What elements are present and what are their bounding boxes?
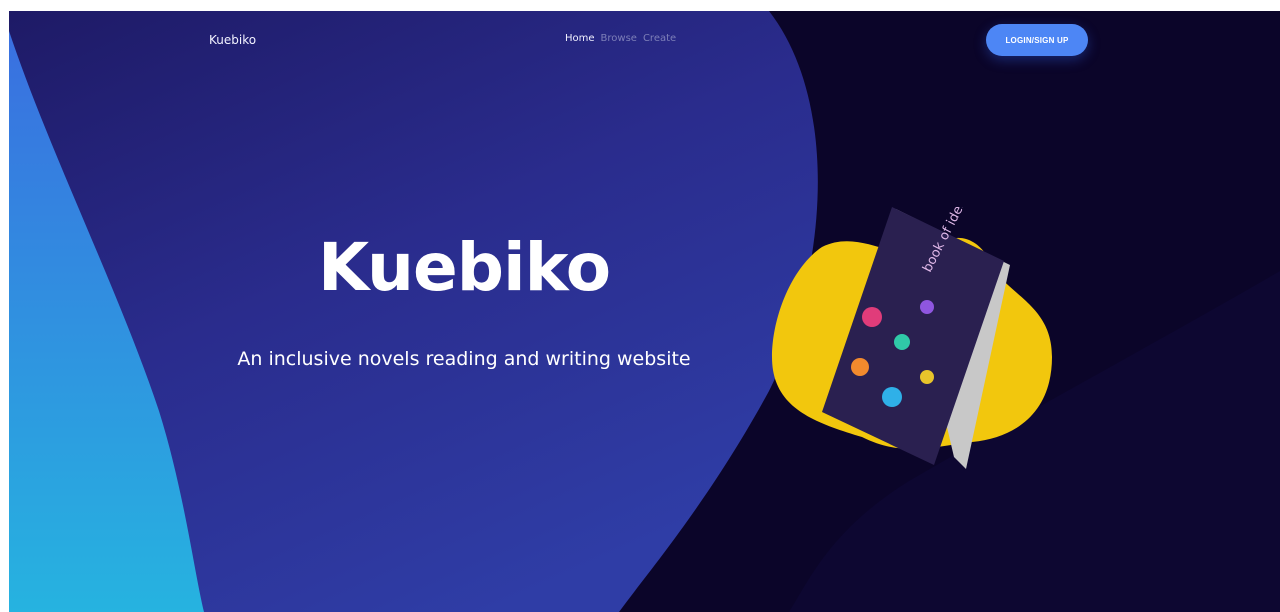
book-illustration: book of ideas bbox=[772, 207, 1052, 469]
nav-link-home[interactable]: Home bbox=[565, 33, 595, 44]
login-signup-button[interactable]: LOGIN/SIGN UP bbox=[986, 24, 1088, 56]
nav-link-browse[interactable]: Browse bbox=[601, 33, 637, 44]
nav-link-create[interactable]: Create bbox=[643, 33, 676, 44]
hero-title: Kuebiko bbox=[317, 229, 611, 306]
background-waves bbox=[9, 11, 1280, 612]
hero-subtitle: An inclusive novels reading and writing … bbox=[237, 348, 691, 370]
nav-links: Home Browse Create bbox=[565, 33, 676, 44]
nav-brand-logo[interactable]: Kuebiko bbox=[209, 33, 256, 47]
landing-page: Kuebiko Home Browse Create LOGIN/SIGN UP… bbox=[9, 11, 1280, 612]
